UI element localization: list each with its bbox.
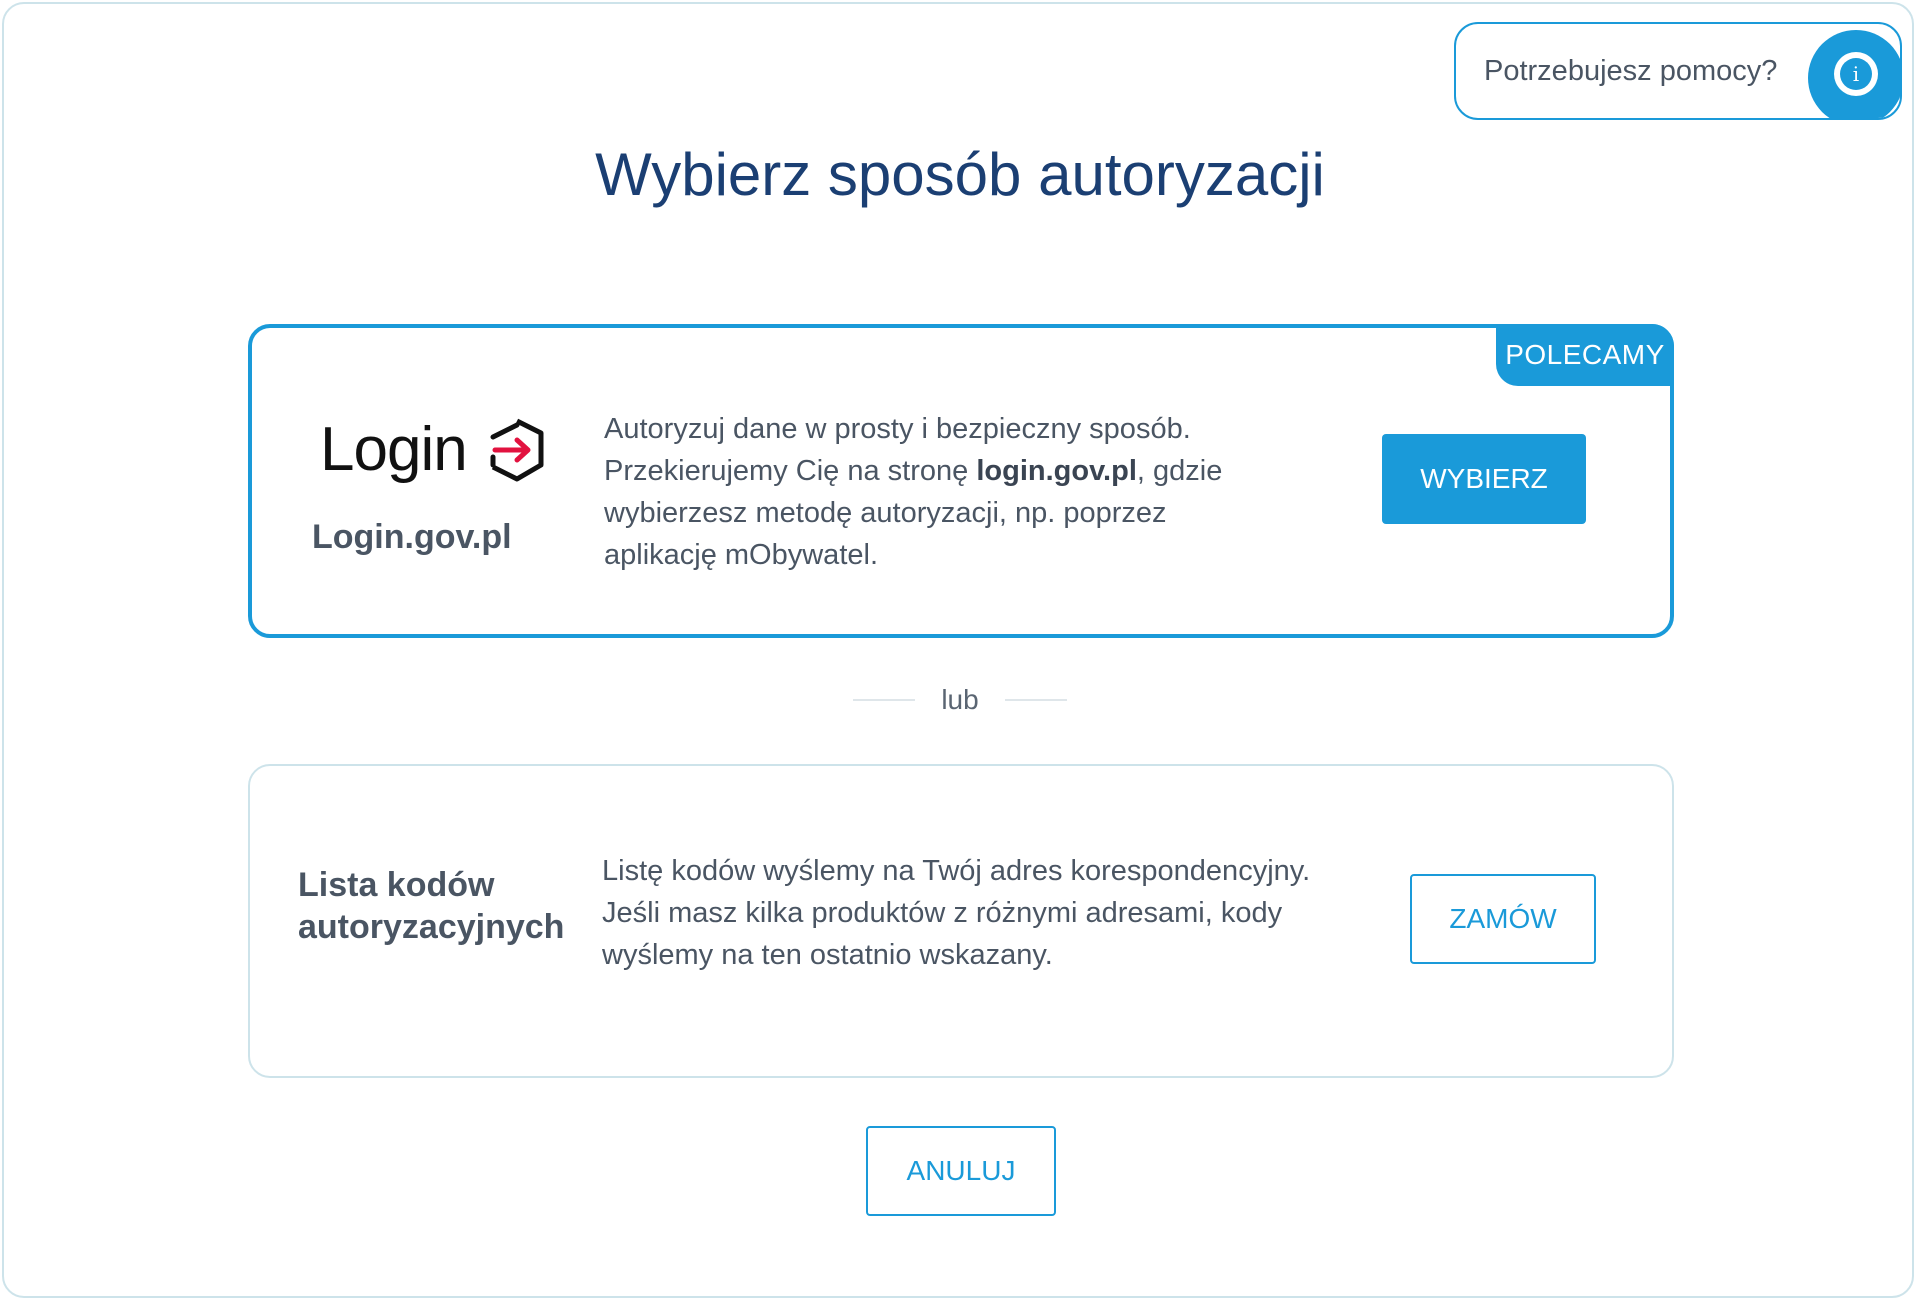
description-link-text: login.gov.pl bbox=[976, 455, 1137, 487]
choose-button[interactable]: WYBIERZ bbox=[1382, 434, 1586, 524]
login-gov-option-card: POLECAMY Login Login.gov.pl Autoryzuj da… bbox=[248, 324, 1674, 638]
separator-label: lub bbox=[941, 684, 979, 715]
codes-option-card: Lista kodów autoryzacyjnych Listę kodów … bbox=[248, 764, 1674, 1078]
order-button[interactable]: ZAMÓW bbox=[1410, 874, 1596, 964]
login-description: Autoryzuj dane w prosty i bezpieczny spo… bbox=[604, 408, 1244, 576]
description-line1: Autoryzuj dane w prosty i bezpieczny spo… bbox=[604, 413, 1191, 445]
or-separator: lub bbox=[0, 684, 1920, 716]
help-button[interactable]: Potrzebujesz pomocy? i bbox=[1454, 22, 1902, 120]
codes-description: Listę kodów wyślemy na Twój adres koresp… bbox=[602, 855, 1311, 971]
info-icon[interactable]: i bbox=[1808, 30, 1900, 118]
description-pre: Przekierujemy Cię na stronę bbox=[604, 455, 977, 487]
provider-name: Login.gov.pl bbox=[312, 518, 512, 556]
codes-title: Lista kodów autoryzacyjnych bbox=[298, 866, 565, 946]
logo-word: Login bbox=[320, 415, 468, 484]
page-title: Wybierz sposób autoryzacji bbox=[595, 141, 1325, 208]
recommended-badge: POLECAMY bbox=[1496, 324, 1674, 386]
help-label: Potrzebujesz pomocy? bbox=[1484, 54, 1778, 87]
cancel-button[interactable]: ANULUJ bbox=[866, 1126, 1056, 1216]
login-gov-logo: Login bbox=[320, 414, 547, 485]
login-arrow-icon bbox=[490, 418, 544, 481]
separator-line-left bbox=[853, 699, 916, 701]
separator-line-right bbox=[1004, 699, 1067, 701]
